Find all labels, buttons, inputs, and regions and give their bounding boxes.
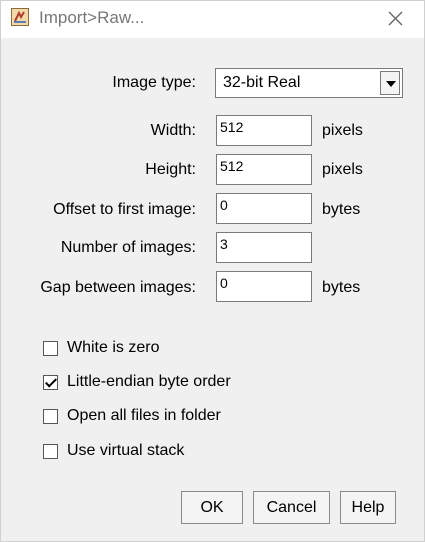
num-images-label: Number of images: — [60, 239, 196, 256]
window-title: Import>Raw... — [39, 8, 145, 27]
height-label: Height: — [145, 161, 196, 178]
checkbox-label: Open all files in folder — [67, 407, 221, 424]
image-type-select[interactable]: 32-bit Real — [215, 68, 403, 98]
checkbox-box[interactable] — [43, 375, 58, 390]
gap-unit: bytes — [322, 279, 361, 296]
checkbox-label: White is zero — [67, 339, 160, 356]
offset-field[interactable]: 0 — [216, 193, 312, 224]
ok-button[interactable]: OK — [181, 491, 243, 524]
import-raw-dialog: Import>Raw... Image type: 32-bit Real Wi… — [0, 0, 425, 542]
cancel-button[interactable]: Cancel — [253, 491, 330, 524]
height-unit: pixels — [322, 161, 363, 178]
num-images-field[interactable]: 3 — [216, 232, 312, 263]
imagej-app-icon — [11, 8, 29, 26]
width-label: Width: — [150, 122, 196, 139]
image-type-label: Image type: — [112, 74, 196, 91]
offset-label: Offset to first image: — [53, 201, 196, 218]
checkbox-label: Little-endian byte order — [67, 373, 231, 390]
chevron-down-icon[interactable] — [380, 71, 400, 95]
width-field[interactable]: 512 — [216, 115, 312, 146]
offset-unit: bytes — [322, 201, 361, 218]
checkbox-box[interactable] — [43, 409, 58, 424]
gap-field[interactable]: 0 — [216, 271, 312, 302]
help-button[interactable]: Help — [340, 491, 396, 524]
title-bar: Import>Raw... — [1, 1, 424, 37]
checkbox-label: Use virtual stack — [67, 442, 185, 459]
height-field[interactable]: 512 — [216, 154, 312, 185]
checkbox-box[interactable] — [43, 341, 58, 356]
gap-label: Gap between images: — [40, 279, 196, 296]
width-unit: pixels — [322, 122, 363, 139]
checkbox-box[interactable] — [43, 444, 58, 459]
close-icon[interactable] — [383, 7, 407, 31]
image-type-value: 32-bit Real — [223, 74, 301, 91]
